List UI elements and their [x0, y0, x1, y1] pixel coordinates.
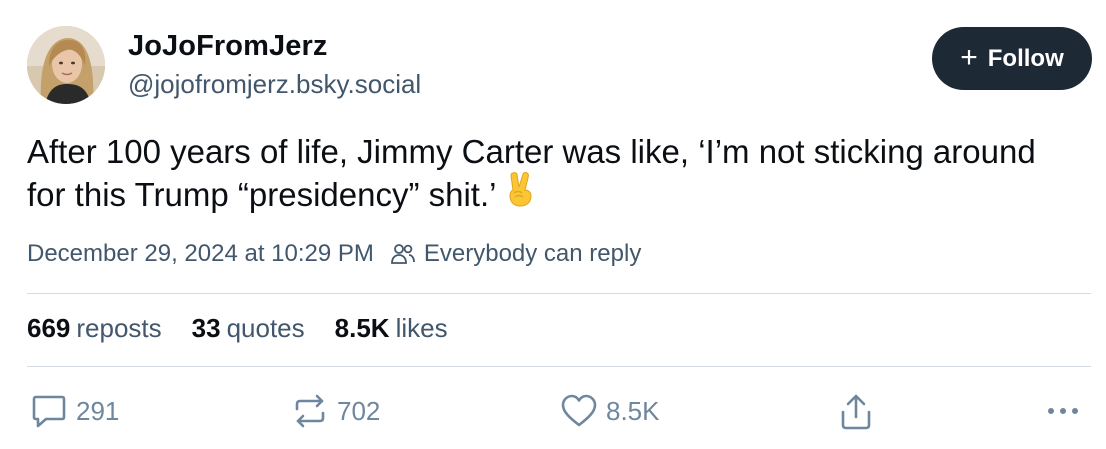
- likes-label: likes: [395, 313, 448, 343]
- quotes-stat[interactable]: 33 quotes: [192, 313, 305, 344]
- likes-count: 8.5K: [334, 313, 390, 343]
- follow-button[interactable]: + Follow: [932, 27, 1092, 90]
- repost-button[interactable]: 702: [291, 393, 380, 429]
- share-icon: [838, 393, 874, 431]
- repost-count: 702: [337, 395, 381, 426]
- like-button[interactable]: 8.5K: [560, 393, 660, 429]
- like-count: 8.5K: [606, 395, 660, 426]
- follow-button-label: Follow: [987, 44, 1064, 72]
- post-text-block: After 100 years of life, Jimmy Carter wa…: [27, 130, 1077, 217]
- repost-icon: [291, 393, 329, 429]
- more-options-button[interactable]: [1045, 393, 1081, 429]
- quotes-count: 33: [191, 313, 221, 343]
- post-card: JoJoFromJerz @jojofromjerz.bsky.social +…: [0, 0, 1106, 449]
- people-icon: [390, 242, 416, 266]
- avatar[interactable]: [27, 26, 105, 104]
- reply-icon: [30, 393, 68, 429]
- post-stats: 669 reposts 33 quotes 8.5K likes: [27, 313, 448, 344]
- reposts-count: 669: [27, 313, 71, 343]
- reply-count: 291: [76, 395, 120, 426]
- reply-setting-label: Everybody can reply: [423, 240, 642, 267]
- reply-button[interactable]: 291: [30, 393, 119, 429]
- reposts-label: reposts: [76, 313, 162, 343]
- reposts-stat[interactable]: 669 reposts: [27, 313, 162, 344]
- heart-icon: [560, 393, 598, 429]
- likes-stat[interactable]: 8.5K likes: [335, 313, 448, 344]
- quotes-label: quotes: [226, 313, 305, 343]
- post-timestamp[interactable]: December 29, 2024 at 10:29 PM: [27, 240, 374, 268]
- share-button[interactable]: [838, 393, 874, 431]
- victory-hand-emoji-icon: [506, 171, 536, 217]
- divider: [27, 293, 1091, 294]
- plus-icon: +: [960, 40, 978, 74]
- post-meta: December 29, 2024 at 10:29 PM Everybody …: [27, 240, 641, 268]
- author-handle[interactable]: @jojofromjerz.bsky.social: [128, 69, 421, 100]
- author-display-name[interactable]: JoJoFromJerz: [128, 30, 327, 63]
- divider: [27, 366, 1091, 367]
- ellipsis-icon: [1045, 393, 1081, 429]
